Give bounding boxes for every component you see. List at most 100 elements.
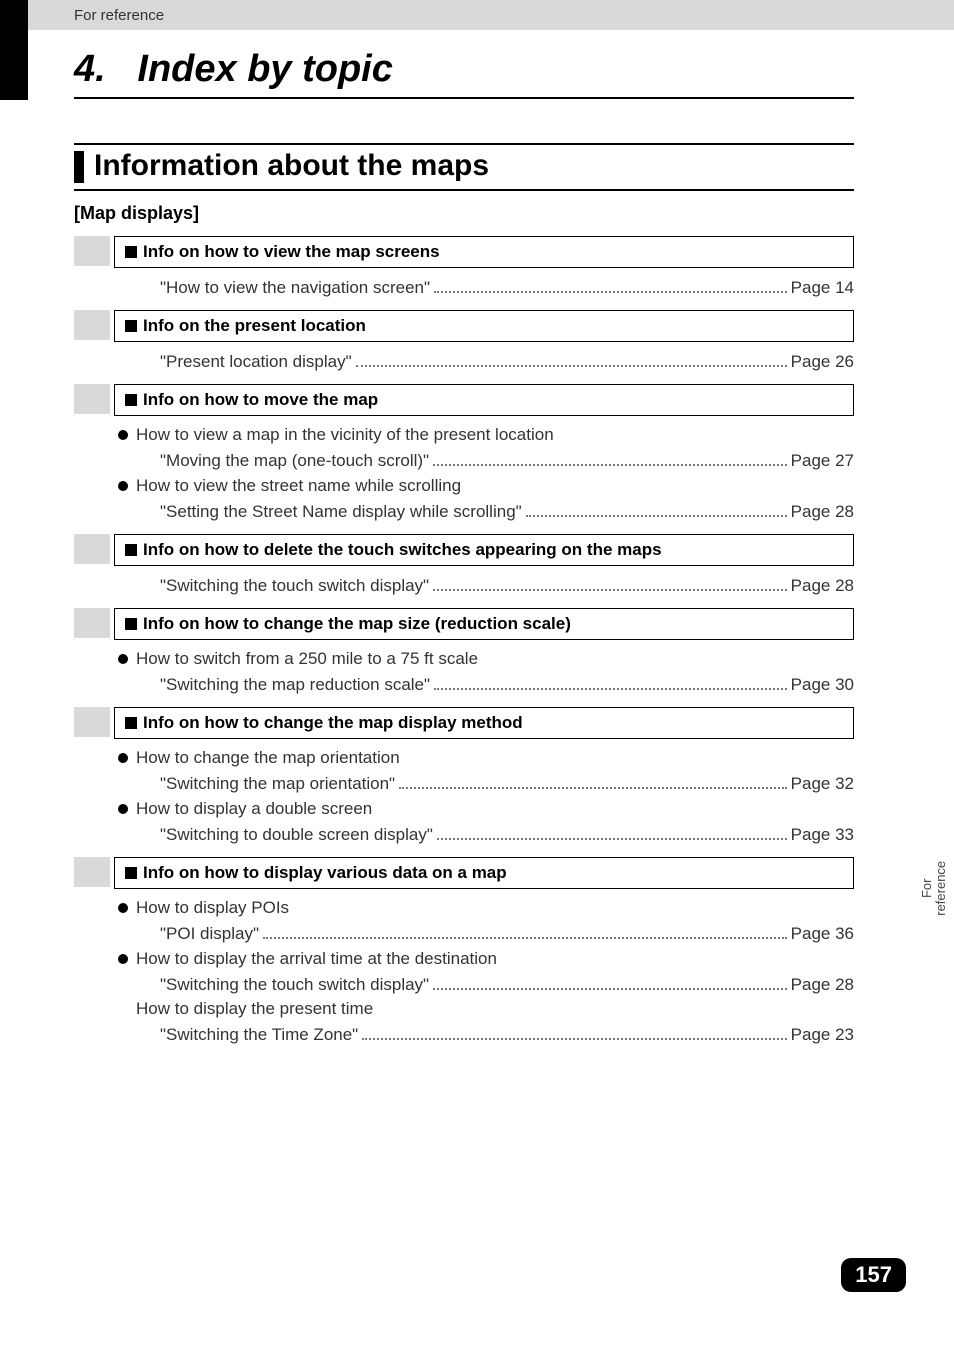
leader-dots: [434, 673, 787, 690]
reference-label: "Switching the touch switch display": [160, 975, 429, 995]
bullet-dot-icon: [118, 954, 128, 964]
entry-body: How to display POIs "POI display" Page 36 H…: [118, 897, 854, 1045]
page-reference: Page 27: [791, 451, 854, 471]
entry-heading-box: Info on how to change the map display me…: [114, 707, 854, 739]
leader-dots: [263, 922, 787, 939]
index-entry: Info on the present location: [74, 310, 854, 342]
bullet-text: How to display a double screen: [136, 799, 372, 819]
index-entry: Info on how to change the map display me…: [74, 707, 854, 739]
reference-row: "Switching the touch switch display"Page…: [160, 973, 854, 995]
reference-label: "Switching the map reduction scale": [160, 675, 430, 695]
reference-row: "Switching the Time Zone"Page 23: [160, 1023, 854, 1045]
page-reference: Page 32: [791, 774, 854, 794]
reference-label: "Switching the Time Zone": [160, 1025, 358, 1045]
bullet-row: How to display the arrival time at the d…: [118, 948, 854, 969]
index-entry: Info on how to move the map: [74, 384, 854, 416]
entry-marker: [74, 310, 110, 340]
entry-heading: Info on how to display various data on a…: [143, 863, 507, 883]
bullet-dot-icon: [118, 654, 128, 664]
index-entry: Info on how to change the map size (redu…: [74, 608, 854, 640]
entry-heading: Info on the present location: [143, 316, 366, 336]
entry-marker: [74, 608, 110, 638]
reference-label: "Present location display": [160, 352, 352, 372]
leader-dots: [399, 772, 787, 789]
bullet-dot-icon: [118, 903, 128, 913]
entry-body: "Present location display" Page 26: [118, 350, 854, 372]
entry-body: "Switching the touch switch display"Page…: [118, 574, 854, 596]
square-bullet-icon: [125, 618, 137, 630]
page-reference: Page 26: [791, 352, 854, 372]
reference-label: "POI display": [160, 924, 259, 944]
bullet-dot-icon: [118, 804, 128, 814]
entry-body: How to switch from a 250 mile to a 75 ft…: [118, 648, 854, 695]
reference-label: "Switching the map orientation": [160, 774, 395, 794]
entry-heading: Info on how to delete the touch switches…: [143, 540, 662, 560]
bullet-row: How to display POIs: [118, 897, 854, 918]
entry-heading: Info on how to view the map screens: [143, 242, 440, 262]
bullet-dot-icon: [118, 753, 128, 763]
square-bullet-icon: [125, 867, 137, 879]
bullet-text: How to switch from a 250 mile to a 75 ft…: [136, 649, 478, 669]
index-entry: Info on how to view the map screens: [74, 236, 854, 268]
chapter-number: 4.: [74, 48, 106, 90]
index-entry: Info on how to display various data on a…: [74, 857, 854, 889]
reference-label: "Switching the touch switch display": [160, 576, 429, 596]
left-margin-bar: [0, 0, 28, 100]
bullet-row: How to display a double screen: [118, 798, 854, 819]
leader-dots: [526, 500, 787, 517]
reference-row: "How to view the navigation screen" Page …: [160, 276, 854, 298]
bullet-text: How to display the arrival time at the d…: [136, 949, 497, 969]
reference-label: "Setting the Street Name display while s…: [160, 502, 522, 522]
square-bullet-icon: [125, 544, 137, 556]
page-reference: Page 30: [791, 675, 854, 695]
entry-heading: Info on how to move the map: [143, 390, 378, 410]
entry-marker: [74, 857, 110, 887]
entry-body: "How to view the navigation screen" Page …: [118, 276, 854, 298]
entry-body: How to view a map in the vicinity of the…: [118, 424, 854, 522]
entry-marker: [74, 534, 110, 564]
reference-row: "Switching to double screen display"Page…: [160, 823, 854, 845]
square-bullet-icon: [125, 394, 137, 406]
reference-row: "Switching the touch switch display"Page…: [160, 574, 854, 596]
reference-row: "Setting the Street Name display while s…: [160, 500, 854, 522]
chapter-underline: [74, 97, 854, 99]
reference-row: "Switching the map orientation" Page 32: [160, 772, 854, 794]
chapter-title: 4. Index by topic: [74, 48, 954, 91]
reference-row: "Moving the map (one-touch scroll)" Page …: [160, 449, 854, 471]
entry-marker: [74, 236, 110, 266]
index-entry: Info on how to delete the touch switches…: [74, 534, 854, 566]
reference-row: "Switching the map reduction scale" Page …: [160, 673, 854, 695]
bullet-text: How to view a map in the vicinity of the…: [136, 425, 554, 445]
subsection-label: [Map displays]: [74, 203, 954, 224]
square-bullet-icon: [125, 246, 137, 258]
leader-dots: [362, 1023, 786, 1040]
entry-marker: [74, 384, 110, 414]
leader-dots: [434, 276, 787, 293]
entry-heading: Info on how to change the map size (redu…: [143, 614, 571, 634]
entry-heading: Info on how to change the map display me…: [143, 713, 523, 733]
section-bar: Information about the maps: [74, 143, 854, 191]
section-tick-icon: [74, 151, 84, 183]
reference-label: "How to view the navigation screen": [160, 278, 430, 298]
reference-row: "Present location display" Page 26: [160, 350, 854, 372]
bullet-dot-icon: [118, 481, 128, 491]
entry-heading-box: Info on the present location: [114, 310, 854, 342]
leader-dots: [356, 350, 787, 367]
entry-heading-box: Info on how to change the map size (redu…: [114, 608, 854, 640]
entry-marker: [74, 707, 110, 737]
entry-heading-box: Info on how to view the map screens: [114, 236, 854, 268]
page-reference: Page 28: [791, 502, 854, 522]
page-reference: Page 14: [791, 278, 854, 298]
page-number: 157: [841, 1258, 906, 1292]
side-tab: Forreference: [914, 848, 954, 928]
bullet-text: How to view the street name while scroll…: [136, 476, 461, 496]
plain-row: How to display the present time: [136, 999, 854, 1019]
leader-dots: [433, 449, 787, 466]
leader-dots: [433, 574, 787, 591]
reference-label: "Moving the map (one-touch scroll)": [160, 451, 429, 471]
entry-heading-box: Info on how to delete the touch switches…: [114, 534, 854, 566]
leader-dots: [437, 823, 787, 840]
page-reference: Page 36: [791, 924, 854, 944]
leader-dots: [433, 973, 787, 990]
page-reference: Page 33: [791, 825, 854, 845]
